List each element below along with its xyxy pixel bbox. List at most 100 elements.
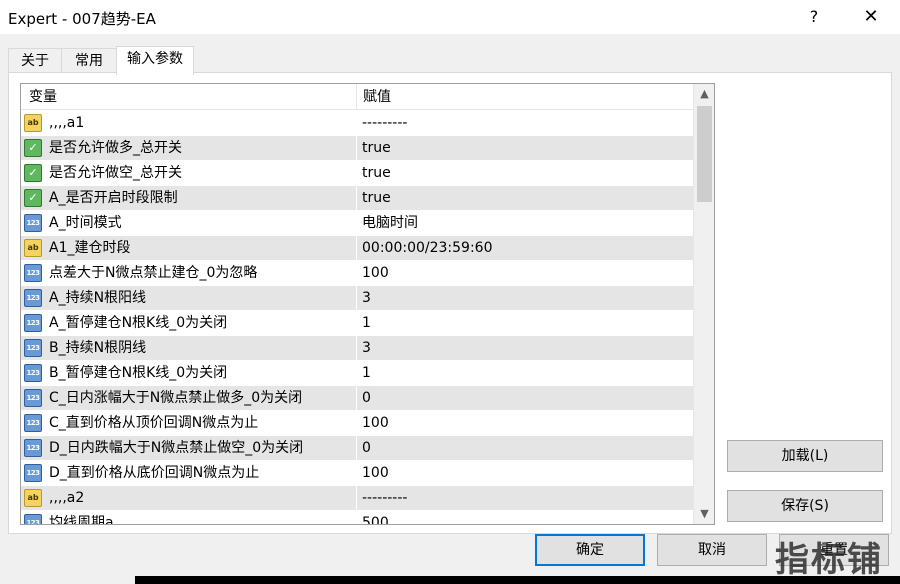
parameter-name: A_暂停建仓N根K线_0为关闭 xyxy=(49,315,228,331)
table-row[interactable]: 123 A_持续N根阳线 3 xyxy=(21,286,693,311)
cell-divider xyxy=(356,336,357,361)
table-row[interactable]: 123 点差大于N微点禁止建仓_0为忽略 100 xyxy=(21,261,693,286)
load-button[interactable]: 加载(L) xyxy=(727,440,883,472)
table-row[interactable]: 123 B_持续N根阴线 3 xyxy=(21,336,693,361)
boolean-type-icon: ✓ xyxy=(24,164,42,182)
table-row[interactable]: 123 D_直到价格从底价回调N微点为止 100 xyxy=(21,461,693,486)
parameter-name: ,,,,a1 xyxy=(49,115,85,131)
parameter-value[interactable]: 0 xyxy=(362,436,371,460)
cell-divider xyxy=(356,411,357,436)
help-icon[interactable]: ? xyxy=(800,4,828,30)
cell-divider xyxy=(356,436,357,461)
table-row[interactable]: ab A1_建仓时段 00:00:00/23:59:60 xyxy=(21,236,693,261)
table-row[interactable]: ab ,,,,a1 --------- xyxy=(21,111,693,136)
parameter-name: B_持续N根阴线 xyxy=(49,340,147,356)
ok-button[interactable]: 确定 xyxy=(535,534,645,566)
number-type-icon: 123 xyxy=(24,464,42,482)
string-type-icon: ab xyxy=(24,489,42,507)
parameter-name: A1_建仓时段 xyxy=(49,240,131,256)
parameter-value[interactable]: true xyxy=(362,186,391,210)
parameter-value[interactable]: 100 xyxy=(362,261,389,285)
cell-divider xyxy=(356,261,357,286)
parameter-name: B_暂停建仓N根K线_0为关闭 xyxy=(49,365,228,381)
cell-divider xyxy=(356,236,357,261)
number-type-icon: 123 xyxy=(24,264,42,282)
table-row[interactable]: 123 A_时间模式 电脑时间 xyxy=(21,211,693,236)
number-type-icon: 123 xyxy=(24,289,42,307)
window-title: Expert - 007趋势-EA xyxy=(8,10,156,28)
vertical-scrollbar[interactable]: ▲ ▼ xyxy=(693,84,714,524)
background-strip xyxy=(135,576,900,584)
parameter-name: C_日内涨幅大于N微点禁止做多_0为关闭 xyxy=(49,390,303,406)
title-bar: Expert - 007趋势-EA ? ✕ xyxy=(0,0,900,34)
tab-about[interactable]: 关于 xyxy=(8,48,62,74)
boolean-type-icon: ✓ xyxy=(24,189,42,207)
cell-divider xyxy=(356,186,357,211)
parameter-value[interactable]: 电脑时间 xyxy=(362,211,418,235)
close-icon[interactable]: ✕ xyxy=(856,4,886,30)
cell-divider xyxy=(356,211,357,236)
cell-divider xyxy=(356,386,357,411)
number-type-icon: 123 xyxy=(24,214,42,232)
cell-divider xyxy=(356,461,357,486)
parameter-value[interactable]: 0 xyxy=(362,386,371,410)
cell-divider xyxy=(356,511,357,524)
table-row[interactable]: 123 D_日内跌幅大于N微点禁止做空_0为关闭 0 xyxy=(21,436,693,461)
column-header-value[interactable]: 赋值 xyxy=(363,84,391,110)
table-row[interactable]: ✓ 是否允许做空_总开关 true xyxy=(21,161,693,186)
number-type-icon: 123 xyxy=(24,514,42,524)
save-button[interactable]: 保存(S) xyxy=(727,490,883,522)
grid-header: 变量 赋值 xyxy=(21,84,693,110)
parameter-value[interactable]: true xyxy=(362,161,391,185)
parameter-name: A_是否开启时段限制 xyxy=(49,190,178,206)
string-type-icon: ab xyxy=(24,114,42,132)
parameter-name: C_直到价格从顶价回调N微点为止 xyxy=(49,415,259,431)
parameter-value[interactable]: 3 xyxy=(362,286,371,310)
cell-divider xyxy=(356,111,357,136)
grid-rows: ab ,,,,a1 --------- ✓ 是否允许做多_总开关 true ✓ 是否允许做空_… xyxy=(21,111,693,525)
parameter-value[interactable]: true xyxy=(362,136,391,160)
table-row[interactable]: 123 C_日内涨幅大于N微点禁止做多_0为关闭 0 xyxy=(21,386,693,411)
parameter-value[interactable]: 1 xyxy=(362,311,371,335)
parameter-name: ,,,,a2 xyxy=(49,490,85,506)
number-type-icon: 123 xyxy=(24,339,42,357)
table-row[interactable]: 123 C_直到价格从顶价回调N微点为止 100 xyxy=(21,411,693,436)
table-row[interactable]: ✓ A_是否开启时段限制 true xyxy=(21,186,693,211)
parameter-name: 是否允许做多_总开关 xyxy=(49,140,182,156)
cell-divider xyxy=(356,161,357,186)
cell-divider xyxy=(356,486,357,511)
table-row[interactable]: 123 B_暂停建仓N根K线_0为关闭 1 xyxy=(21,361,693,386)
parameter-value[interactable]: 500 xyxy=(362,511,389,524)
parameter-value[interactable]: 100 xyxy=(362,411,389,435)
scroll-up-icon[interactable]: ▲ xyxy=(694,84,714,104)
number-type-icon: 123 xyxy=(24,314,42,332)
column-divider[interactable] xyxy=(356,84,357,110)
cancel-button[interactable]: 取消 xyxy=(657,534,767,566)
table-row[interactable]: 123 均线周期a 500 xyxy=(21,511,693,525)
scroll-down-icon[interactable]: ▼ xyxy=(694,504,714,524)
parameter-name: 点差大于N微点禁止建仓_0为忽略 xyxy=(49,265,258,281)
parameter-name: A_持续N根阳线 xyxy=(49,290,147,306)
number-type-icon: 123 xyxy=(24,364,42,382)
parameter-value[interactable]: 00:00:00/23:59:60 xyxy=(362,236,492,260)
parameter-name: 均线周期a xyxy=(49,515,114,525)
cell-divider xyxy=(356,136,357,161)
table-row[interactable]: ab ,,,,a2 --------- xyxy=(21,486,693,511)
number-type-icon: 123 xyxy=(24,439,42,457)
parameter-value[interactable]: 100 xyxy=(362,461,389,485)
cell-divider xyxy=(356,286,357,311)
column-header-variable[interactable]: 变量 xyxy=(29,84,57,110)
parameter-value[interactable]: 1 xyxy=(362,361,371,385)
table-row[interactable]: ✓ 是否允许做多_总开关 true xyxy=(21,136,693,161)
parameter-value[interactable]: --------- xyxy=(362,111,407,135)
string-type-icon: ab xyxy=(24,239,42,257)
tab-common[interactable]: 常用 xyxy=(61,48,117,74)
cell-divider xyxy=(356,361,357,386)
tab-inputs[interactable]: 输入参数 xyxy=(116,46,194,75)
scrollbar-thumb[interactable] xyxy=(697,106,712,202)
parameter-name: D_日内跌幅大于N微点禁止做空_0为关闭 xyxy=(49,440,304,456)
parameter-value[interactable]: 3 xyxy=(362,336,371,360)
table-row[interactable]: 123 A_暂停建仓N根K线_0为关闭 1 xyxy=(21,311,693,336)
parameter-value[interactable]: --------- xyxy=(362,486,407,510)
parameters-grid: 变量 赋值 ab ,,,,a1 --------- ✓ 是否允许做多_总开关 true ✓ 是… xyxy=(20,83,715,525)
